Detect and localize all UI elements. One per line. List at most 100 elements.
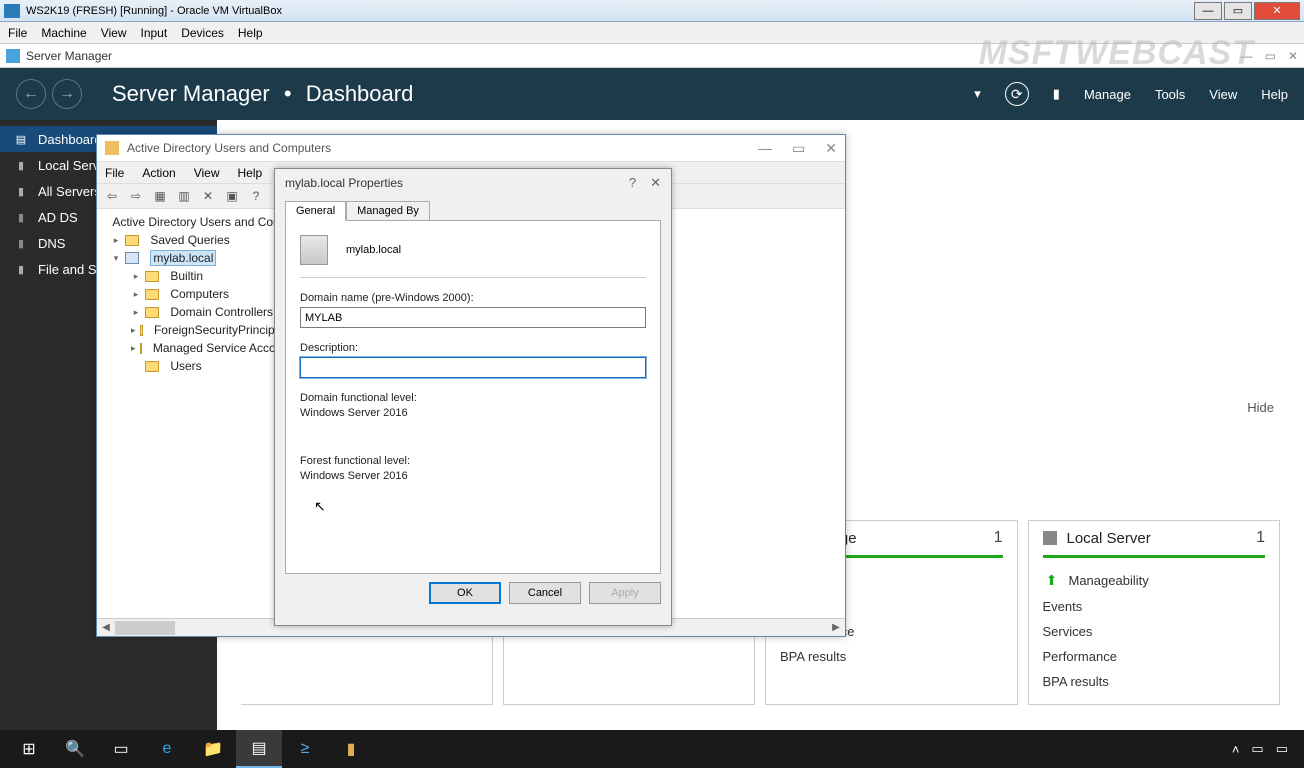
dfl-label: Domain functional level:	[300, 392, 646, 404]
ok-button[interactable]: OK	[429, 582, 501, 604]
expand-icon[interactable]: ▸	[131, 289, 141, 300]
cancel-button[interactable]: Cancel	[509, 582, 581, 604]
tree-root[interactable]: Active Directory Users and Computers	[97, 213, 290, 231]
vb-menu-input[interactable]: Input	[141, 26, 168, 40]
breadcrumb: Server Manager • Dashboard	[112, 81, 413, 107]
vb-menu-help[interactable]: Help	[238, 26, 263, 40]
properties-close-button[interactable]: ✕	[650, 175, 661, 191]
folder-icon	[145, 289, 159, 300]
hide-link[interactable]: Hide	[1247, 400, 1274, 415]
properties-titlebar[interactable]: mylab.local Properties ? ✕	[275, 169, 671, 197]
sidebar-item-label: DNS	[38, 236, 65, 251]
vb-menu-machine[interactable]: Machine	[41, 26, 86, 40]
folder-icon	[145, 307, 159, 318]
tile-title: Local Server	[1067, 530, 1151, 547]
aduc-titlebar[interactable]: Active Directory Users and Computers — ▭…	[97, 135, 845, 161]
toolbar-help-button[interactable]: ?	[245, 185, 267, 207]
nav-back-button[interactable]: ←	[16, 79, 46, 109]
tree-computers[interactable]: ▸ Computers	[97, 285, 290, 303]
tree-msa[interactable]: ▸ Managed Service Accounts	[97, 339, 290, 357]
toolbar-up-button[interactable]: ▦	[149, 185, 171, 207]
toolbar-refresh-button[interactable]: ▣	[221, 185, 243, 207]
toolbar-back-button[interactable]: ⇦	[101, 185, 123, 207]
taskbar-explorer[interactable]: 📁	[190, 730, 236, 768]
tile-status-bar	[1043, 555, 1266, 558]
aduc-menu-action[interactable]: Action	[142, 166, 175, 180]
menu-help[interactable]: Help	[1261, 87, 1288, 102]
virtualbox-menubar: File Machine View Input Devices Help	[0, 22, 1304, 44]
flag-icon[interactable]: ▮	[1053, 86, 1060, 102]
taskbar-app[interactable]: ▮	[328, 730, 374, 768]
expand-icon[interactable]: ▸	[131, 343, 136, 354]
dns-icon	[14, 236, 28, 250]
sm-close-button[interactable]: ✕	[1288, 49, 1298, 63]
aduc-maximize-button[interactable]: ▭	[792, 140, 805, 157]
vb-minimize-button[interactable]: —	[1194, 2, 1222, 20]
toolbar-forward-button[interactable]: ⇨	[125, 185, 147, 207]
header-dropdown-caret-icon[interactable]: ▾	[974, 86, 981, 102]
aduc-close-button[interactable]: ✕	[825, 140, 837, 157]
tree-saved-queries[interactable]: ▸ Saved Queries	[97, 231, 290, 249]
taskbar-powershell[interactable]: ≥	[282, 730, 328, 768]
storage-icon	[14, 262, 28, 276]
vb-menu-file[interactable]: File	[8, 26, 27, 40]
scroll-right-button[interactable]: ▶	[827, 620, 845, 636]
tile-line[interactable]: BPA results	[780, 644, 1003, 669]
tree-builtin[interactable]: ▸ Builtin	[97, 267, 290, 285]
tab-managed-by[interactable]: Managed By	[346, 201, 430, 221]
aduc-menu-file[interactable]: File	[105, 166, 124, 180]
tile-line[interactable]: Events	[1043, 594, 1266, 619]
folder-icon	[145, 271, 159, 282]
collapse-icon[interactable]: ▾	[111, 253, 121, 264]
tray-network-icon[interactable]: ▭	[1251, 741, 1263, 757]
aduc-minimize-button[interactable]: —	[758, 140, 772, 157]
tray-overflow-button[interactable]: ˄	[1232, 742, 1240, 757]
tray-action-center-icon[interactable]: ▭	[1276, 741, 1288, 757]
breadcrumb-root[interactable]: Server Manager	[112, 81, 270, 106]
vb-close-button[interactable]: ✕	[1254, 2, 1300, 20]
toolbar-delete-button[interactable]: ✕	[197, 185, 219, 207]
sm-minimize-button[interactable]: —	[1241, 49, 1253, 63]
menu-tools[interactable]: Tools	[1155, 87, 1185, 102]
search-button[interactable]: 🔍	[52, 730, 98, 768]
expand-icon[interactable]: ▸	[111, 235, 121, 246]
properties-help-button[interactable]: ?	[629, 175, 636, 191]
tile-local-server[interactable]: Local Server1 ⬆Manageability Events Serv…	[1028, 520, 1281, 705]
domain-large-icon	[300, 235, 328, 265]
tile-line[interactable]: Services	[1043, 619, 1266, 644]
start-button[interactable]: ⊞	[6, 730, 52, 768]
taskbar-server-manager[interactable]: ▤	[236, 730, 282, 768]
sidebar-item-label: Dashboard	[38, 132, 102, 147]
expand-icon[interactable]: ▸	[131, 271, 141, 282]
tile-line[interactable]: Performance	[1043, 644, 1266, 669]
toolbar-properties-button[interactable]: ▥	[173, 185, 195, 207]
tree-domain[interactable]: ▾ mylab.local	[97, 249, 290, 267]
aduc-menu-view[interactable]: View	[194, 166, 220, 180]
vb-maximize-button[interactable]: ▭	[1224, 2, 1252, 20]
vb-menu-devices[interactable]: Devices	[181, 26, 224, 40]
tree-domain-controllers[interactable]: ▸ Domain Controllers	[97, 303, 290, 321]
tree-users[interactable]: Users	[97, 357, 290, 375]
virtualbox-title: WS2K19 (FRESH) [Running] - Oracle VM Vir…	[26, 5, 1194, 17]
expand-icon[interactable]: ▸	[131, 325, 136, 336]
nav-forward-button[interactable]: →	[52, 79, 82, 109]
task-view-button[interactable]: ▭	[98, 730, 144, 768]
aduc-menu-help[interactable]: Help	[238, 166, 263, 180]
apply-button[interactable]: Apply	[589, 582, 661, 604]
vb-menu-view[interactable]: View	[101, 26, 127, 40]
menu-manage[interactable]: Manage	[1084, 87, 1131, 102]
menu-view[interactable]: View	[1209, 87, 1237, 102]
tile-line[interactable]: BPA results	[1043, 669, 1266, 694]
refresh-button[interactable]: ⟳	[1005, 82, 1029, 106]
expand-icon[interactable]: ▸	[131, 307, 141, 318]
domain-name-field[interactable]	[300, 307, 646, 328]
sm-maximize-button[interactable]: ▭	[1265, 49, 1276, 63]
description-field[interactable]	[300, 357, 646, 378]
scroll-thumb[interactable]	[115, 621, 175, 635]
tab-general[interactable]: General	[285, 201, 346, 221]
tile-line-manageability[interactable]: ⬆Manageability	[1043, 566, 1266, 594]
scroll-left-button[interactable]: ◀	[97, 620, 115, 636]
breadcrumb-page: Dashboard	[306, 81, 414, 106]
taskbar-ie[interactable]: e	[144, 730, 190, 768]
tree-fsp[interactable]: ▸ ForeignSecurityPrincipals	[97, 321, 290, 339]
